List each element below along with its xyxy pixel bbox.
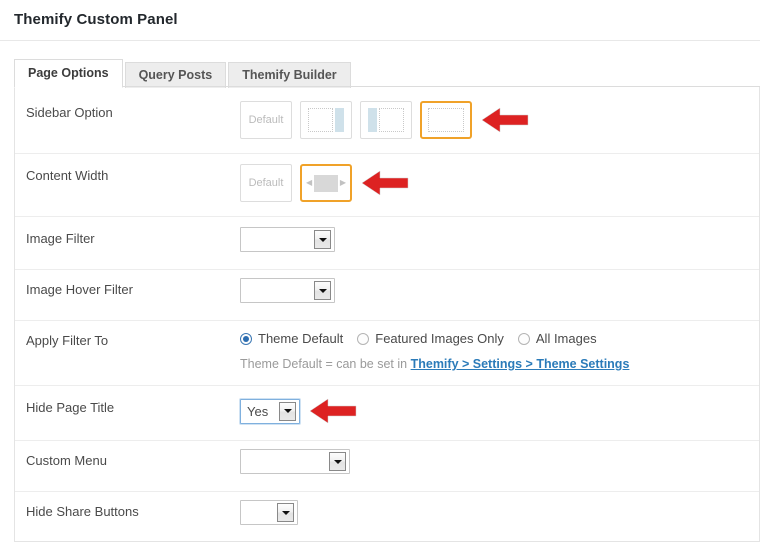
layout-no-sidebar-icon — [428, 108, 464, 132]
radio-theme-default-label: Theme Default — [258, 331, 344, 346]
label-image-hover-filter: Image Hover Filter — [26, 282, 133, 297]
label-custom-menu: Custom Menu — [26, 453, 107, 468]
tab-themify-builder-label: Themify Builder — [242, 68, 337, 82]
row-image-filter: Image Filter — [15, 227, 759, 261]
label-sidebar-option: Sidebar Option — [26, 105, 113, 120]
tab-query-posts-label: Query Posts — [138, 68, 213, 82]
row-hide-share-buttons: Hide Share Buttons — [15, 500, 759, 534]
control-image-filter — [240, 227, 759, 252]
control-content-width: Default ◀ ▶ — [240, 164, 759, 202]
radio-all-images[interactable]: All Images — [517, 331, 597, 346]
image-filter-select[interactable] — [240, 227, 335, 252]
hide-page-title-select[interactable]: Yes — [240, 398, 300, 424]
chevron-down-icon[interactable] — [314, 230, 331, 249]
content-width-fullwidth[interactable]: ◀ ▶ — [300, 164, 352, 202]
content-width-default[interactable]: Default — [240, 164, 292, 202]
hide-share-buttons-select[interactable] — [240, 500, 298, 525]
radio-featured-images-only[interactable]: Featured Images Only — [357, 331, 504, 346]
page-title: Themify Custom Panel — [14, 11, 178, 28]
apply-filter-to-radio-group: Theme Default Featured Images Only All I… — [240, 329, 759, 346]
annotation-arrow-sidebar-option — [480, 105, 532, 135]
tab-themify-builder[interactable]: Themify Builder — [228, 62, 351, 88]
page-options-form: Sidebar Option Default Content Width Def… — [14, 87, 760, 542]
tab-query-posts[interactable]: Query Posts — [124, 62, 227, 88]
hide-page-title-value: Yes — [247, 403, 269, 419]
row-sidebar-option: Sidebar Option Default — [15, 101, 759, 139]
control-apply-filter-to: Theme Default Featured Images Only All I… — [240, 329, 759, 371]
radio-featured-images-only-label: Featured Images Only — [375, 331, 504, 346]
annotation-arrow-content-width — [360, 168, 412, 198]
row-hide-page-title: Hide Page Title Yes — [15, 396, 759, 430]
tab-page-options[interactable]: Page Options — [14, 59, 123, 88]
radio-all-images-indicator[interactable] — [517, 332, 530, 345]
sidebar-option-sidebar-right[interactable] — [300, 101, 352, 139]
tab-page-options-label: Page Options — [28, 66, 109, 80]
chevron-down-icon[interactable] — [314, 281, 331, 300]
image-hover-filter-select[interactable] — [240, 278, 335, 303]
label-hide-share-buttons: Hide Share Buttons — [26, 504, 139, 519]
title-divider — [0, 40, 760, 41]
apply-filter-to-hint-text: Theme Default = can be set in — [240, 357, 411, 371]
row-custom-menu: Custom Menu — [15, 449, 759, 483]
theme-settings-link[interactable]: Themify > Settings > Theme Settings — [411, 357, 630, 371]
control-hide-share-buttons — [240, 500, 759, 525]
layout-sidebar-left-icon — [368, 108, 404, 132]
layout-sidebar-right-icon — [308, 108, 344, 132]
radio-all-images-label: All Images — [535, 331, 597, 346]
control-hide-page-title: Yes — [240, 396, 759, 426]
content-width-default-label: Default — [248, 177, 284, 189]
control-sidebar-option: Default — [240, 101, 759, 139]
control-custom-menu — [240, 449, 759, 474]
chevron-down-icon[interactable] — [329, 452, 346, 471]
chevron-down-icon[interactable] — [277, 503, 294, 522]
tab-baseline — [14, 86, 760, 87]
sidebar-option-sidebar-left[interactable] — [360, 101, 412, 139]
radio-theme-default-indicator[interactable] — [240, 332, 252, 345]
fullwidth-icon: ◀ ▶ — [306, 171, 346, 195]
annotation-arrow-hide-page-title — [308, 396, 360, 426]
row-image-hover-filter: Image Hover Filter — [15, 278, 759, 312]
chevron-down-icon[interactable] — [279, 401, 296, 421]
label-content-width: Content Width — [26, 168, 109, 183]
row-apply-filter-to: Apply Filter To Theme Default Featured I… — [15, 329, 759, 371]
custom-menu-select[interactable] — [240, 449, 350, 474]
label-apply-filter-to: Apply Filter To — [26, 333, 109, 348]
sidebar-option-default-label: Default — [248, 114, 284, 126]
apply-filter-to-hint: Theme Default = can be set in Themify > … — [240, 346, 759, 371]
tab-bar: Page Options Query Posts Themify Builder — [14, 54, 760, 88]
radio-theme-default[interactable]: Theme Default — [240, 331, 343, 346]
label-image-filter: Image Filter — [26, 231, 95, 246]
sidebar-option-default[interactable]: Default — [240, 101, 292, 139]
sidebar-option-no-sidebar[interactable] — [420, 101, 472, 139]
label-hide-page-title: Hide Page Title — [26, 400, 115, 415]
control-image-hover-filter — [240, 278, 759, 303]
radio-featured-images-only-indicator[interactable] — [357, 332, 370, 345]
row-content-width: Content Width Default ◀ ▶ — [15, 164, 759, 202]
